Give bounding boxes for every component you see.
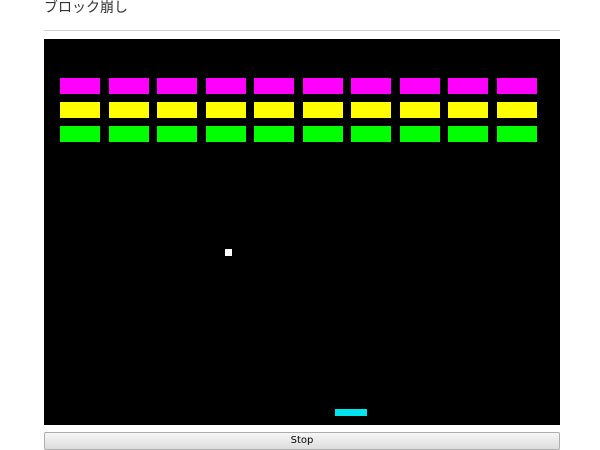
brick (60, 78, 100, 94)
brick (399, 78, 440, 94)
brick (205, 126, 246, 142)
brick (157, 126, 197, 142)
brick (302, 78, 343, 94)
brick (302, 126, 343, 142)
ball (225, 249, 232, 256)
brick (399, 126, 440, 142)
brick (496, 78, 537, 94)
brick (254, 126, 294, 142)
brick (448, 102, 488, 118)
brick (351, 102, 391, 118)
title-divider (44, 30, 560, 31)
brick (302, 102, 343, 118)
brick (448, 126, 488, 142)
paddle[interactable] (335, 409, 367, 416)
brick (399, 102, 440, 118)
brick (108, 78, 149, 94)
brick (205, 78, 246, 94)
brick (448, 78, 488, 94)
stop-button[interactable]: Stop (44, 432, 560, 450)
brick (351, 126, 391, 142)
brick (60, 102, 100, 118)
brick (496, 126, 537, 142)
page-title: ブロック崩し (44, 0, 128, 16)
brick (108, 102, 149, 118)
game-canvas[interactable] (44, 39, 560, 425)
brick (496, 102, 537, 118)
brick (108, 126, 149, 142)
brick (157, 102, 197, 118)
brick (60, 126, 100, 142)
brick (205, 102, 246, 118)
brick (254, 78, 294, 94)
brick (351, 78, 391, 94)
brick (157, 78, 197, 94)
brick (254, 102, 294, 118)
